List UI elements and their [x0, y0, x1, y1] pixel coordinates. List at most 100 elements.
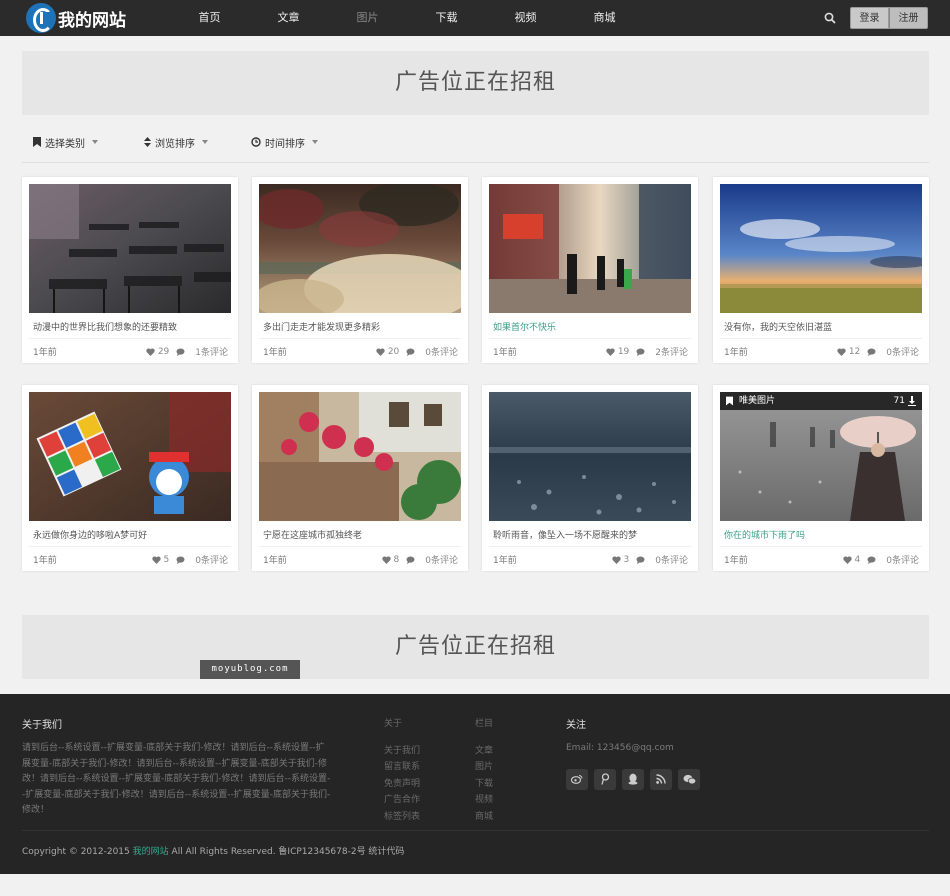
comment-icon[interactable] [867, 556, 876, 564]
card-title[interactable]: 动漫中的世界比我们想象的还要精致 [33, 320, 228, 333]
card-title[interactable]: 如果首尔不快乐 [493, 320, 688, 333]
card-thumbnail[interactable] [29, 184, 231, 313]
search-icon[interactable] [824, 12, 836, 24]
chevron-down-icon [92, 140, 98, 144]
main-nav: 首页 文章 图片 下载 视频 商城 [170, 0, 644, 36]
card-time: 1年前 [33, 556, 57, 566]
like-count: 20 [387, 346, 400, 357]
card-thumbnail[interactable] [259, 392, 461, 521]
card-title[interactable]: 你在的城市下雨了吗 [724, 528, 919, 541]
card-thumbnail[interactable] [720, 184, 922, 313]
heart-icon[interactable] [606, 347, 615, 356]
card-title[interactable]: 多出门走走才能发现更多精彩 [263, 320, 458, 333]
wechat-icon[interactable] [678, 768, 700, 790]
photo-card[interactable]: 聆听雨音，像坠入一场不愿醒来的梦 1年前 3 0条评论 [482, 385, 698, 571]
footer-link-contact[interactable]: 留言联系 [384, 759, 420, 776]
divider [489, 338, 691, 339]
photo-card[interactable]: 没有你，我的天空依旧湛蓝 1年前 12 0条评论 [713, 177, 929, 363]
footer-link-about[interactable]: 关于我们 [384, 743, 420, 760]
photo-card[interactable]: 如果首尔不快乐 1年前 19 2条评论 [482, 177, 698, 363]
card-thumbnail[interactable] [489, 184, 691, 313]
footer-column-downloads[interactable]: 下载 [475, 776, 493, 793]
site-logo[interactable]: 我的网站 [26, 3, 126, 33]
comment-icon[interactable] [867, 348, 876, 356]
rss-icon[interactable] [650, 768, 672, 790]
card-thumbnail[interactable] [489, 392, 691, 521]
qq-icon[interactable] [622, 768, 644, 790]
nav-videos[interactable]: 视频 [486, 0, 565, 36]
comment-icon[interactable] [406, 348, 415, 356]
card-stats: 12 0条评论 [837, 345, 919, 358]
card-time: 1年前 [724, 348, 748, 358]
footer-column-videos[interactable]: 视频 [475, 792, 493, 809]
photo-card[interactable]: 多出门走走才能发现更多精彩 1年前 20 0条评论 [252, 177, 468, 363]
comment-count[interactable]: 1条评论 [195, 345, 228, 358]
heart-icon[interactable] [611, 555, 621, 564]
footer-column-articles[interactable]: 文章 [475, 743, 493, 760]
divider [720, 338, 922, 339]
heart-icon[interactable] [381, 555, 391, 564]
divider [29, 338, 231, 339]
ad-banner-top[interactable]: 广告位正在招租 [22, 51, 929, 115]
card-title[interactable]: 聆听雨音，像坠入一场不愿醒来的梦 [493, 528, 688, 541]
comment-count[interactable]: 0条评论 [655, 553, 688, 566]
site-footer: 关于我们 请到后台--系统设置--扩展变量-底部关于我们-修改！请到后台--系统… [0, 694, 950, 874]
filter-time[interactable]: 时间排序 [251, 135, 318, 150]
card-title[interactable]: 没有你，我的天空依旧湛蓝 [724, 320, 919, 333]
filter-views[interactable]: 浏览排序 [144, 135, 208, 150]
photo-card[interactable]: 永远做你身边的哆啦A梦可好 1年前 5 0条评论 [22, 385, 238, 571]
watermark: moyublog.com [200, 660, 300, 679]
heart-icon[interactable] [837, 347, 846, 356]
weibo-icon[interactable] [566, 768, 588, 790]
heart-icon[interactable] [151, 555, 161, 564]
nav-articles[interactable]: 文章 [249, 0, 328, 36]
comment-count[interactable]: 0条评论 [425, 553, 458, 566]
footer-link-ads[interactable]: 广告合作 [384, 792, 420, 809]
heart-icon[interactable] [842, 555, 852, 564]
photo-card[interactable]: 动漫中的世界比我们想象的还要精致 1年前 29 1条评论 [22, 177, 238, 363]
divider [259, 546, 461, 547]
footer-email[interactable]: Email: 123456@qq.com [566, 741, 706, 757]
filter-time-label: 时间排序 [265, 138, 305, 150]
footer-link-disclaimer[interactable]: 免责声明 [384, 776, 420, 793]
card-thumbnail[interactable] [259, 184, 461, 313]
heart-icon[interactable] [376, 347, 385, 356]
footer-column-images[interactable]: 图片 [475, 759, 493, 776]
category-tag[interactable]: 唯美图片 71 [720, 392, 922, 410]
photo-card[interactable]: 宁愿在这座城市孤独终老 1年前 8 0条评论 [252, 385, 468, 571]
card-thumbnail[interactable] [720, 392, 922, 521]
card-thumbnail[interactable] [29, 392, 231, 521]
category-tag-label: 唯美图片 [739, 396, 776, 406]
card-time: 1年前 [493, 348, 517, 358]
comment-icon[interactable] [176, 556, 185, 564]
card-title[interactable]: 永远做你身边的哆啦A梦可好 [33, 528, 228, 541]
comment-count[interactable]: 2条评论 [655, 345, 688, 358]
ad-banner-bottom[interactable]: 广告位正在招租 [22, 615, 929, 679]
heart-icon[interactable] [146, 347, 155, 356]
comment-icon[interactable] [406, 556, 415, 564]
card-time: 1年前 [33, 348, 57, 358]
image-count: 71 [893, 396, 905, 406]
filter-bar: 选择类别 浏览排序 时间排序 [22, 131, 929, 163]
comment-icon[interactable] [636, 348, 645, 356]
comment-count[interactable]: 0条评论 [886, 553, 919, 566]
footer-divider [22, 830, 929, 831]
nav-shop[interactable]: 商城 [565, 0, 644, 36]
photo-card[interactable]: 唯美图片 71 你在的城市下雨了吗 1年前 4 0条评论 [713, 385, 929, 571]
tencent-weibo-icon[interactable] [594, 768, 616, 790]
footer-link-tags[interactable]: 标签列表 [384, 809, 420, 826]
nav-downloads[interactable]: 下载 [407, 0, 486, 36]
footer-column-shop[interactable]: 商城 [475, 809, 493, 826]
comment-count[interactable]: 0条评论 [195, 553, 228, 566]
nav-home[interactable]: 首页 [170, 0, 249, 36]
filter-category[interactable]: 选择类别 [33, 135, 98, 150]
copyright-brand-link[interactable]: 我的网站 [133, 847, 169, 857]
comment-icon[interactable] [176, 348, 185, 356]
comment-count[interactable]: 0条评论 [425, 345, 458, 358]
nav-images[interactable]: 图片 [328, 0, 407, 36]
register-button[interactable]: 注册 [889, 7, 928, 29]
card-title[interactable]: 宁愿在这座城市孤独终老 [263, 528, 458, 541]
login-button[interactable]: 登录 [850, 7, 889, 29]
comment-icon[interactable] [636, 556, 645, 564]
comment-count[interactable]: 0条评论 [886, 345, 919, 358]
